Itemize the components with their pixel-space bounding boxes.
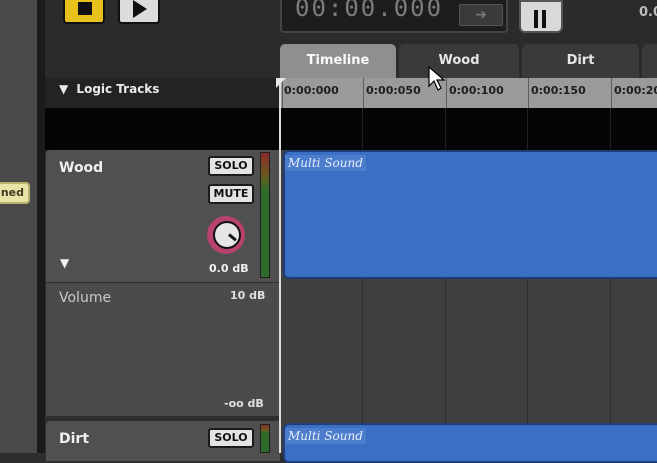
clip-label: Multi Sound: [285, 428, 366, 444]
play-button[interactable]: [118, 0, 160, 24]
level-meter: [260, 152, 270, 278]
clip-label: Multi Sound: [285, 155, 366, 171]
volume-max-label: 10 dB: [230, 289, 266, 302]
pause-icon: [534, 10, 538, 28]
track-name: Dirt: [59, 431, 90, 447]
pause-button[interactable]: [519, 0, 563, 33]
goto-arrow-button[interactable]: ➔: [459, 4, 503, 26]
top-right-readout: 0.0: [639, 5, 657, 20]
track-lane-header: [45, 108, 657, 150]
tab-wood[interactable]: Wood: [399, 44, 519, 78]
solo-button[interactable]: SOLO: [208, 156, 254, 176]
volume-min-label: -oo dB: [224, 397, 264, 410]
ruler-tick-label: 0:00:150: [531, 84, 586, 97]
playhead[interactable]: [279, 78, 281, 453]
ruler-tick-label: 0:00:000: [284, 84, 339, 97]
mouse-pointer-icon: [428, 66, 446, 91]
gain-value: 0.0 dB: [209, 262, 249, 275]
tab-overflow[interactable]: [642, 44, 657, 78]
expand-toggle-icon[interactable]: ▼: [60, 256, 69, 270]
audio-clip[interactable]: Multi Sound: [283, 423, 657, 463]
stop-icon: [78, 2, 92, 15]
ruler-tick-label: 0:00:100: [449, 84, 504, 97]
level-meter: [260, 424, 270, 453]
ruler-tick-label: 0:00:200: [614, 84, 657, 97]
audio-clip[interactable]: Multi Sound: [283, 150, 657, 279]
pause-icon: [542, 10, 546, 28]
triangle-down-icon: ▼: [59, 82, 69, 96]
timeline-ruler[interactable]: 0:00:000 0:00:050 0:00:100 0:00:150 0:00…: [280, 78, 657, 108]
play-icon: [133, 0, 147, 18]
stop-button[interactable]: [63, 0, 105, 24]
playhead-marker[interactable]: [276, 78, 286, 88]
arrow-right-icon: ➔: [475, 7, 487, 23]
mute-button[interactable]: MUTE: [208, 184, 254, 204]
logic-tracks-label: Logic Tracks: [76, 82, 160, 96]
volume-label: Volume: [59, 290, 112, 306]
track-name: Wood: [59, 160, 104, 176]
status-badge[interactable]: ned: [0, 182, 30, 204]
left-side-panel: [0, 0, 37, 453]
ruler-tick-label: 0:00:050: [366, 84, 421, 97]
panel-divider: [37, 0, 45, 453]
logic-tracks-toggle[interactable]: ▼ Logic Tracks: [59, 82, 159, 96]
tab-timeline[interactable]: Timeline: [280, 44, 396, 78]
tab-dirt[interactable]: Dirt: [522, 44, 639, 78]
solo-button[interactable]: SOLO: [208, 428, 254, 448]
time-display: 00:00.000: [295, 0, 444, 22]
